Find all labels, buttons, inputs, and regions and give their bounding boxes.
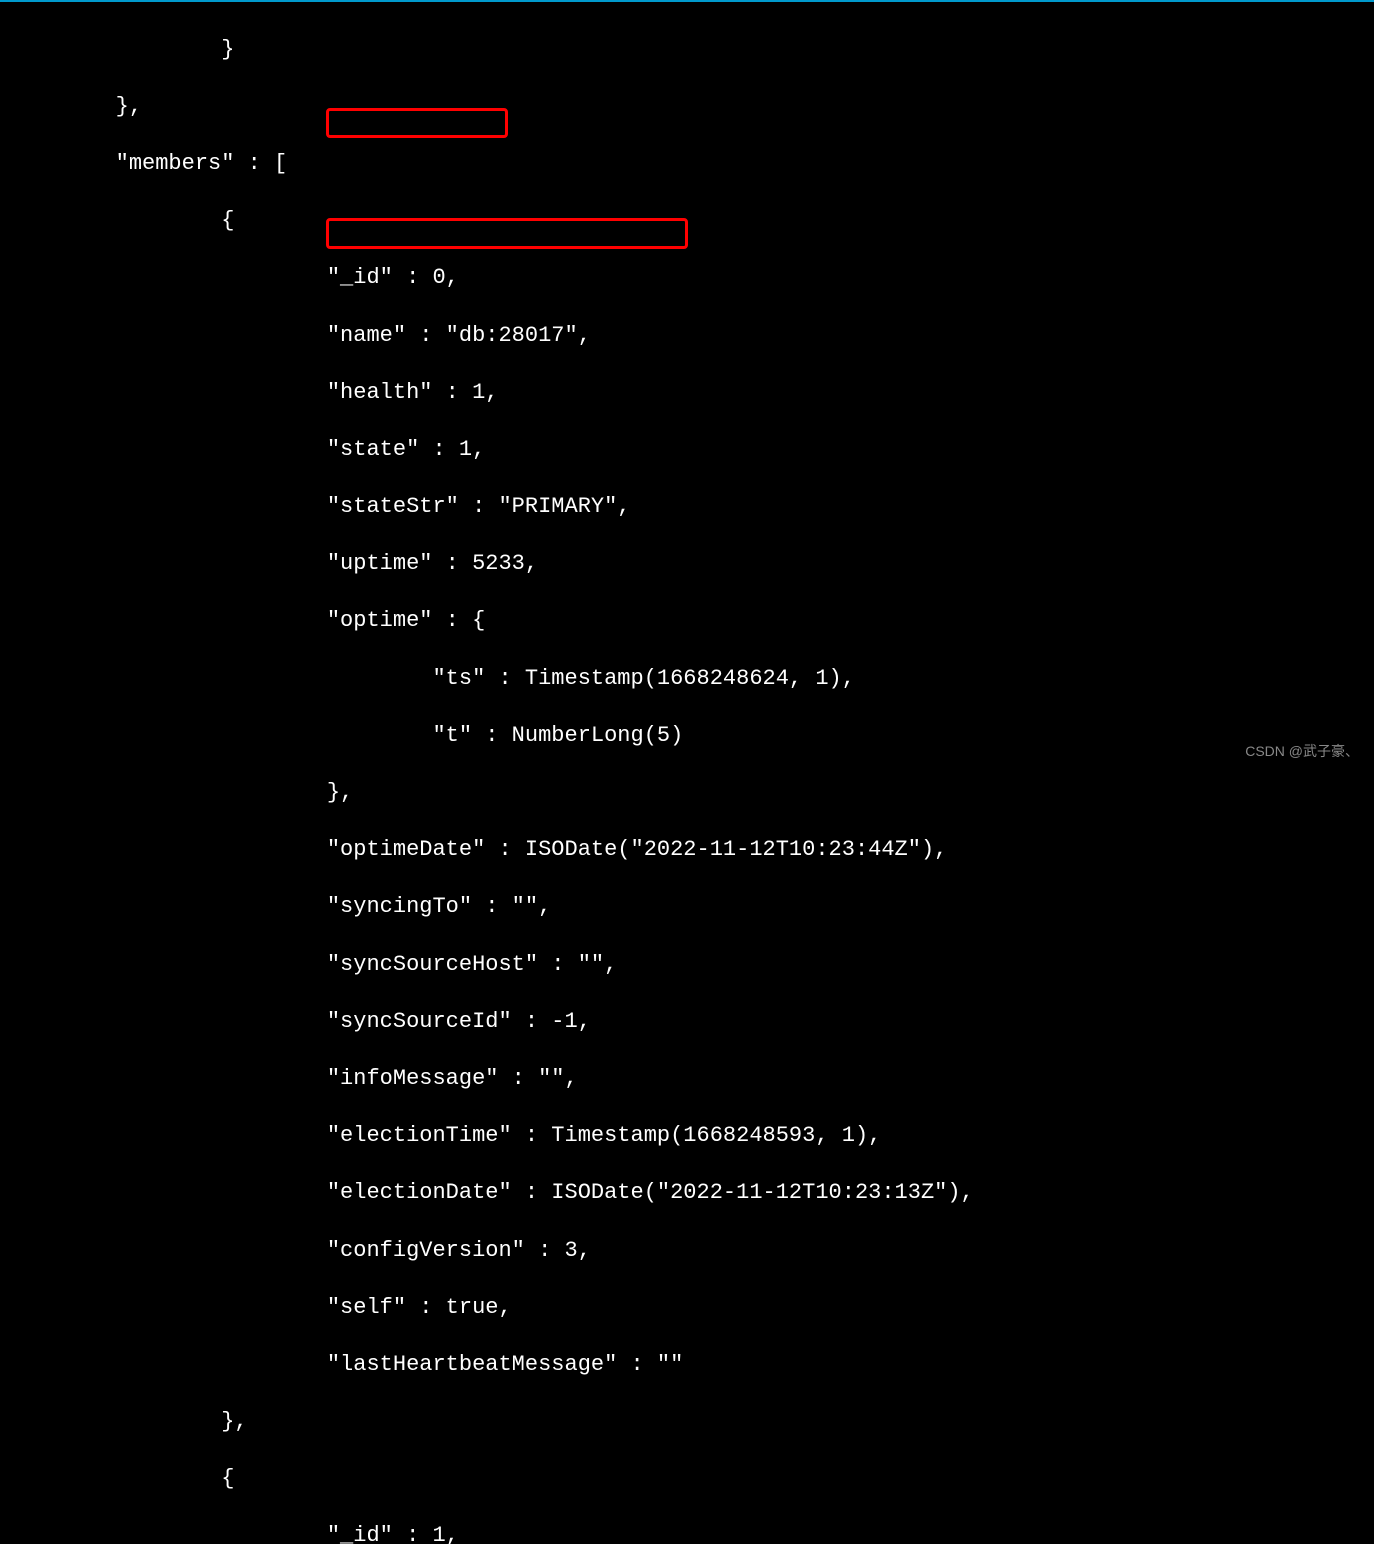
code-line: "lastHeartbeatMessage" : "" xyxy=(10,1351,1364,1380)
code-line: } xyxy=(10,36,1364,65)
code-line: "electionDate" : ISODate("2022-11-12T10:… xyxy=(10,1179,1364,1208)
code-line: }, xyxy=(10,1408,1364,1437)
code-line: "infoMessage" : "", xyxy=(10,1065,1364,1094)
code-line: "ts" : Timestamp(1668248624, 1), xyxy=(10,665,1364,694)
code-line: }, xyxy=(10,779,1364,808)
code-line: "uptime" : 5233, xyxy=(10,550,1364,579)
terminal-output[interactable]: } }, "members" : [ { "_id" : 0, "name" :… xyxy=(0,2,1374,1544)
code-line: "syncSourceId" : -1, xyxy=(10,1008,1364,1037)
code-line: "configVersion" : 3, xyxy=(10,1237,1364,1266)
code-line: { xyxy=(10,207,1364,236)
code-line: "electionTime" : Timestamp(1668248593, 1… xyxy=(10,1122,1364,1151)
code-line: "health" : 1, xyxy=(10,379,1364,408)
code-line: { xyxy=(10,1465,1364,1494)
code-line: "_id" : 1, xyxy=(10,1522,1364,1544)
code-line: "state" : 1, xyxy=(10,436,1364,465)
code-line: "syncingTo" : "", xyxy=(10,893,1364,922)
code-line: "members" : [ xyxy=(10,150,1364,179)
code-line: }, xyxy=(10,93,1364,122)
code-line: "self" : true, xyxy=(10,1294,1364,1323)
code-line: "optime" : { xyxy=(10,607,1364,636)
code-line: "optimeDate" : ISODate("2022-11-12T10:23… xyxy=(10,836,1364,865)
code-line-statestr: "stateStr" : "PRIMARY", xyxy=(10,493,1364,522)
watermark-text: CSDN @武子豪、 xyxy=(1245,742,1359,760)
code-line-id: "_id" : 0, xyxy=(10,264,1364,293)
code-line: "name" : "db:28017", xyxy=(10,322,1364,351)
code-line: "syncSourceHost" : "", xyxy=(10,951,1364,980)
code-line: "t" : NumberLong(5) xyxy=(10,722,1364,751)
